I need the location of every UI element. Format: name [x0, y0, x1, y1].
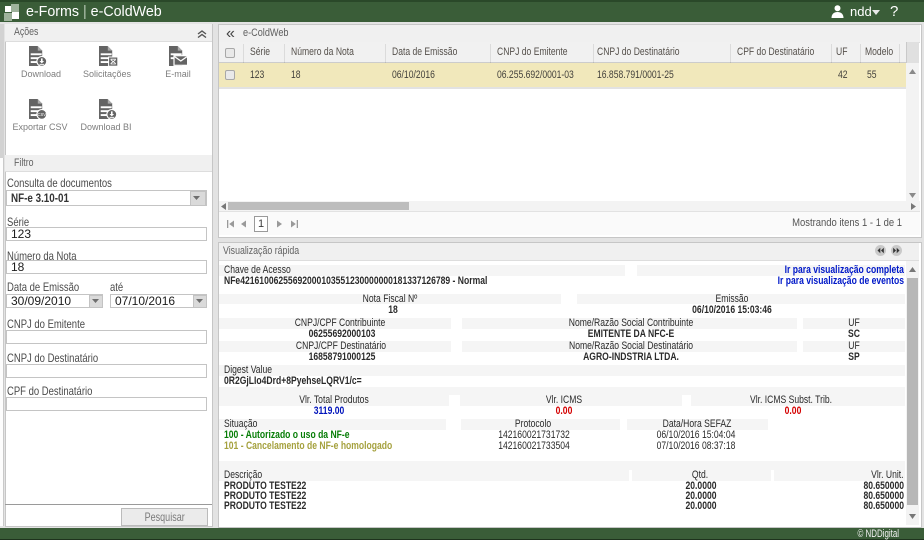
svg-text:CSV: CSV [37, 112, 46, 117]
